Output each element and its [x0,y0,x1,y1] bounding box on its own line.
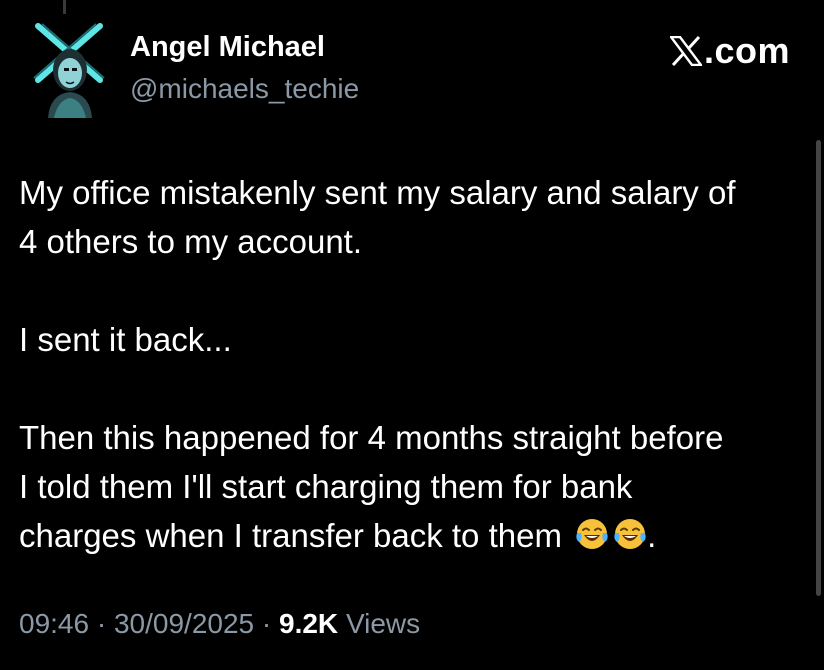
tweet-line: I sent it back... [19,321,232,358]
tweet-line-text: charges when I transfer back to them [19,517,562,554]
tweet-text: My office mistakenly sent my salary and … [19,168,809,560]
author-display-name[interactable]: Angel Michael [130,31,325,64]
views-count[interactable]: 9.2K [279,608,338,639]
avatar[interactable] [28,18,112,118]
tweet-screenshot: Angel Michael @michaels_techie .com My o… [0,0,824,670]
x-com-brand: .com [669,30,790,72]
avatar-crossed-swords-portrait-icon [33,23,105,118]
tweet-final-period: . [647,517,657,554]
meta-separator: · [96,608,107,639]
thread-connector-line [63,0,66,14]
author-handle[interactable]: @michaels_techie [130,73,359,105]
views-label: Views [345,608,421,639]
face-with-tears-of-joy-icon [576,519,608,549]
tweet-meta: 09:46 · 30/09/2025 · 9.2K Views [19,608,420,640]
tweet-time[interactable]: 09:46 [19,608,89,639]
tweet-line: 4 others to my account. [19,223,363,260]
x-logo-icon [669,36,702,66]
tweet-line: Then this happened for 4 months straight… [19,419,724,456]
scrollbar[interactable] [816,140,821,596]
face-with-tears-of-joy-icon [614,519,646,549]
tweet-line: I told them I'll start charging them for… [19,468,633,505]
brand-domain-suffix: .com [703,30,790,71]
tweet-line-last: charges when I transfer back to them . [19,511,809,560]
tweet-date[interactable]: 30/09/2025 [114,608,254,639]
meta-separator: · [261,608,272,639]
tweet-line: My office mistakenly sent my salary and … [19,174,736,211]
